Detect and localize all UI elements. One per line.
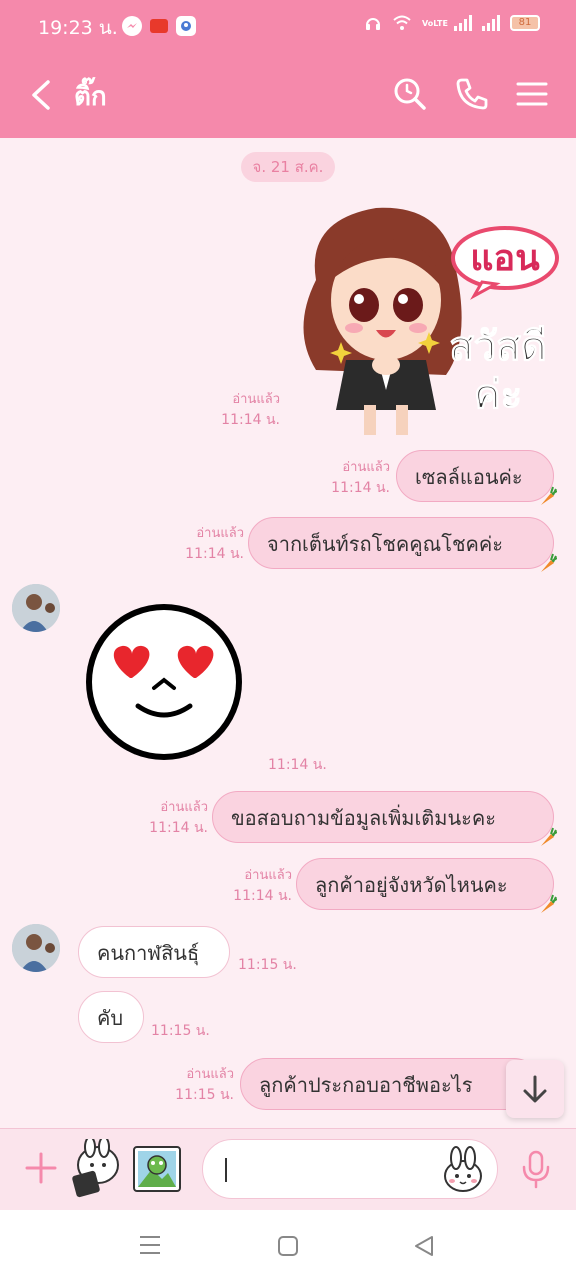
date-chip: จ. 21 ส.ค. [241, 152, 335, 182]
carrot-icon [541, 894, 557, 913]
message-time: 11:14 น. [221, 412, 280, 428]
read-receipt: อ่านแล้ว [232, 392, 280, 407]
message-text: คับ [97, 1006, 124, 1030]
message-time: 11:14 น. [233, 888, 292, 904]
sticker-greeting-line1: สวัสดี [449, 324, 546, 370]
girl-sticker-image: แอน สวัสดี ค่ะ [303, 207, 559, 435]
system-icons: VoLTE 81 [364, 14, 540, 32]
message-meta: อ่านแล้ว 11:14 น. [164, 524, 244, 564]
messenger-icon [122, 16, 142, 36]
status-time: 19:23 น. [38, 17, 118, 39]
battery-icon: 81 [510, 15, 540, 31]
status-bar: 19:23 น. VoLTE 81 [0, 0, 576, 52]
message-input[interactable] [202, 1139, 498, 1199]
contact-avatar[interactable] [12, 584, 60, 632]
home-icon[interactable] [276, 1234, 300, 1258]
sticker-greeting-line2: ค่ะ [474, 372, 522, 418]
search-icon[interactable] [392, 76, 428, 112]
contact-avatar[interactable] [12, 924, 60, 972]
emoji-sticker-icon[interactable] [441, 1146, 485, 1194]
sticker-heart-eyes[interactable] [80, 602, 248, 760]
arrow-down-icon [523, 1075, 547, 1103]
back-arrow-icon[interactable] [26, 76, 56, 114]
microphone-icon[interactable] [518, 1149, 554, 1189]
read-receipt: อ่านแล้ว [160, 800, 208, 815]
message-bubble-outgoing[interactable]: จากเต็นท์รถโชคคูณโชคค่ะ [248, 517, 557, 572]
menu-icon[interactable] [514, 76, 550, 112]
phone-icon[interactable] [454, 76, 490, 112]
message-bubble-incoming[interactable]: คนกาฬสินธุ์ [78, 926, 230, 978]
plus-icon[interactable] [24, 1151, 58, 1185]
signal-icon-2 [482, 15, 500, 31]
gallery-icon[interactable] [132, 1145, 182, 1193]
message-meta: อ่านแล้ว 11:14 น. [310, 458, 390, 498]
chat-title: ติ๊ก [74, 82, 107, 112]
system-navigation-bar [0, 1210, 576, 1280]
message-time: 11:15 น. [175, 1087, 234, 1103]
message-bubble-outgoing[interactable]: ลูกค้าประกอบอาชีพอะไร [240, 1058, 540, 1110]
message-time: 11:14 น. [149, 820, 208, 836]
sticker-shop-icon[interactable] [68, 1139, 124, 1199]
message-bubble-outgoing[interactable]: เซลล์แอนค่ะ [396, 450, 557, 505]
message-meta: อ่านแล้ว 11:14 น. [128, 798, 208, 838]
signal-icon [454, 15, 472, 31]
message-text: ลูกค้าอยู่จังหวัดไหนคะ [315, 873, 508, 897]
message-text: ลูกค้าประกอบอาชีพอะไร [259, 1073, 473, 1097]
game-app-icon [176, 16, 196, 36]
chat-area[interactable]: จ. 21 ส.ค. อ่านแล้ว 11:14 น. แอน สวัสดี … [0, 138, 576, 1128]
message-time: 11:14 น. [185, 546, 244, 562]
sticker-name-text: แอน [470, 238, 540, 279]
headset-icon [366, 18, 380, 30]
carrot-icon [541, 486, 557, 505]
message-meta: อ่านแล้ว 11:14 น. [200, 390, 280, 430]
message-text: จากเต็นท์รถโชคคูณโชคค่ะ [267, 532, 504, 556]
message-time: 11:15 น. [238, 957, 297, 973]
read-receipt: อ่านแล้ว [342, 460, 390, 475]
text-caret [225, 1158, 227, 1182]
message-time: 11:15 น. [151, 1023, 210, 1039]
scroll-to-bottom-button[interactable] [506, 1060, 564, 1118]
back-icon[interactable] [412, 1234, 436, 1258]
carrot-icon [541, 553, 557, 572]
message-meta: อ่านแล้ว 11:14 น. [212, 866, 292, 906]
read-receipt: อ่านแล้ว [244, 868, 292, 883]
message-text: คนกาฬสินธุ์ [97, 941, 200, 965]
message-bubble-outgoing[interactable]: ลูกค้าอยู่จังหวัดไหนคะ [296, 858, 557, 913]
app-notification-icon [150, 19, 168, 33]
notification-icons [122, 16, 196, 36]
message-text: ขอสอบถามข้อมูลเพิ่มเติมนะคะ [231, 806, 496, 830]
message-text: เซลล์แอนค่ะ [415, 465, 523, 489]
heart-eyes-face-image [86, 604, 242, 760]
volte-label: VoLTE [422, 18, 448, 28]
recent-apps-icon[interactable] [138, 1234, 162, 1256]
read-receipt: อ่านแล้ว [186, 1067, 234, 1082]
message-meta: อ่านแล้ว 11:15 น. [154, 1065, 234, 1105]
message-time: 11:14 น. [268, 757, 327, 773]
message-time: 11:14 น. [331, 480, 390, 496]
sticker-girl[interactable]: แอน สวัสดี ค่ะ [286, 200, 562, 440]
message-bubble-incoming[interactable]: คับ [78, 991, 144, 1043]
carrot-icon [541, 827, 557, 846]
message-bubble-outgoing[interactable]: ขอสอบถามข้อมูลเพิ่มเติมนะคะ [212, 791, 557, 846]
wifi-icon [393, 15, 411, 30]
message-input-bar [0, 1128, 576, 1210]
read-receipt: อ่านแล้ว [196, 526, 244, 541]
chat-header: ติ๊ก [0, 52, 576, 138]
